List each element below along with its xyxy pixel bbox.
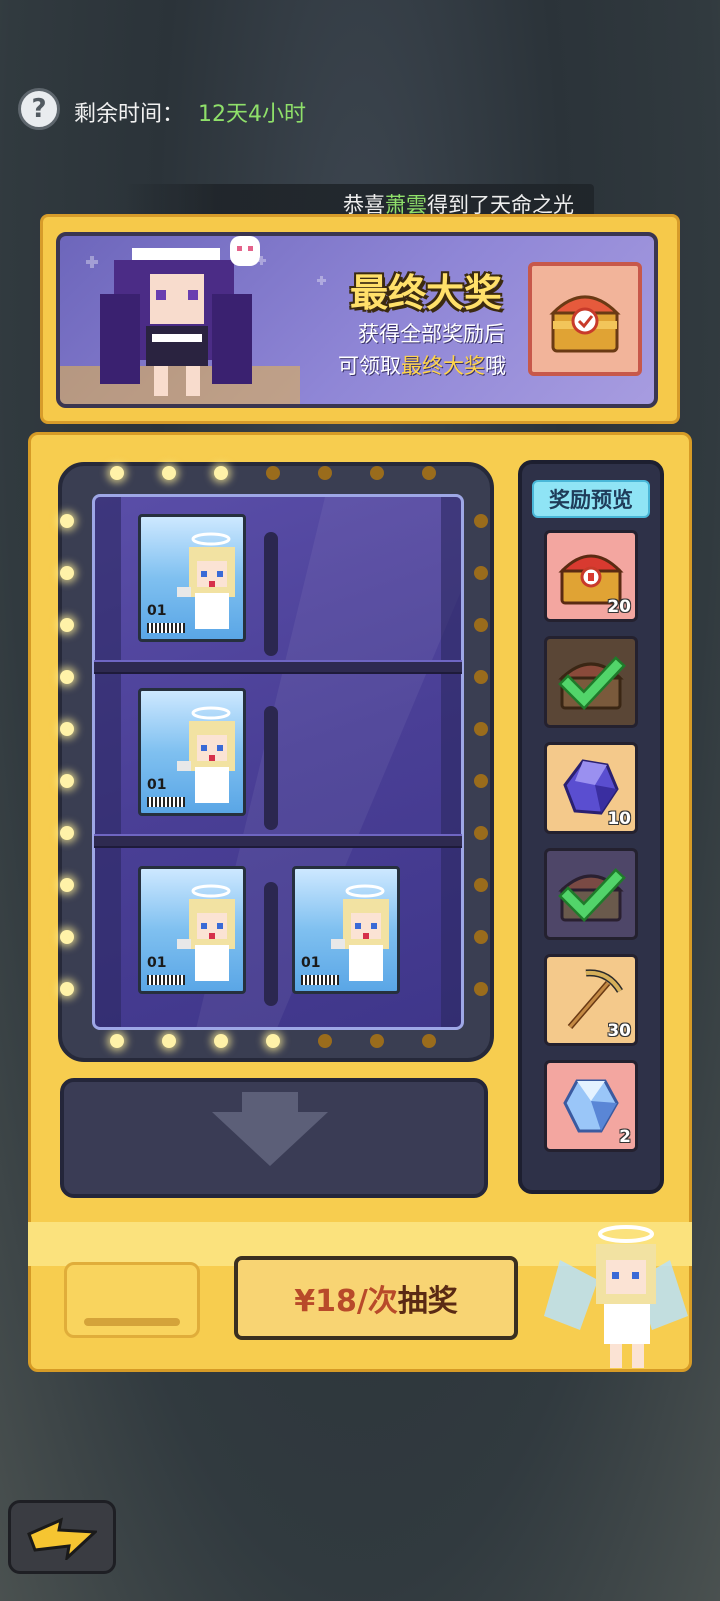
blind-box-number: 01	[301, 955, 321, 971]
reward-count: 10	[607, 809, 631, 829]
marquee-light	[422, 1034, 436, 1048]
marquee-light	[474, 982, 488, 996]
marquee-light	[60, 670, 74, 684]
barcode-icon	[301, 975, 339, 985]
marquee-light	[60, 514, 74, 528]
draw-action: 抽奖	[397, 1284, 458, 1319]
arrow-down-icon	[212, 1092, 328, 1166]
barcode-icon	[147, 975, 185, 985]
check-icon	[558, 868, 626, 923]
marquee-light	[60, 826, 74, 840]
marquee-light	[214, 1034, 228, 1048]
marquee-light	[318, 466, 332, 480]
angel-fairy-character-image	[544, 1225, 688, 1368]
reward-item-purple-crystal[interactable]: 10	[544, 742, 638, 834]
coin-slot	[64, 1262, 200, 1338]
barcode-icon	[147, 623, 185, 633]
reward-count: 2	[619, 1127, 631, 1147]
draw-price: ¥18/次	[294, 1284, 398, 1319]
grand-prize-desc-2-suffix: 哦	[485, 354, 506, 378]
marquee-light	[110, 1034, 124, 1048]
angel-character-icon	[177, 706, 235, 803]
reward-item-claimed	[544, 636, 638, 728]
grand-prize-desc-1: 获得全部奖励后	[358, 322, 505, 346]
marquee-light	[162, 466, 176, 480]
grand-prize-title: 最终大奖	[350, 271, 503, 315]
marquee-light	[60, 982, 74, 996]
treasure-chest-icon	[549, 295, 621, 353]
marquee-light	[474, 826, 488, 840]
marquee-light	[474, 878, 488, 892]
grand-prize-desc-2-highlight: 最终大奖	[401, 354, 485, 378]
marquee-light	[60, 878, 74, 892]
marquee-light	[60, 930, 74, 944]
blind-box-number: 01	[147, 955, 167, 971]
grand-prize-character-image	[100, 236, 260, 396]
barcode-icon	[147, 797, 185, 807]
marquee-light	[474, 930, 488, 944]
reward-preview-title: 奖励预览	[532, 480, 650, 518]
marquee-light	[266, 1034, 280, 1048]
blind-box[interactable]: 01	[138, 514, 246, 642]
shelf-divider	[264, 882, 278, 1006]
marquee-light	[422, 466, 436, 480]
marquee-light	[60, 566, 74, 580]
reward-item-red-chest[interactable]: 20	[544, 530, 638, 622]
marquee-light	[474, 774, 488, 788]
reward-count: 20	[607, 597, 631, 617]
remaining-time-value: 12天4小时	[198, 102, 306, 127]
marquee-light	[474, 670, 488, 684]
angel-character-icon	[177, 884, 235, 981]
angel-character-icon	[331, 884, 389, 981]
blind-box[interactable]: 01	[138, 688, 246, 816]
reward-item-pickaxe[interactable]: 30	[544, 954, 638, 1046]
remaining-time-label: 剩余时间：	[74, 102, 185, 127]
marquee-light	[60, 722, 74, 736]
marquee-light	[318, 1034, 332, 1048]
reward-item-claimed	[544, 848, 638, 940]
marquee-light	[60, 618, 74, 632]
blind-box[interactable]: 01	[292, 866, 400, 994]
draw-button[interactable]: ¥18/次 抽奖	[234, 1256, 518, 1340]
shelf-divider	[264, 706, 278, 830]
grand-prize-chest-button[interactable]	[528, 262, 642, 376]
shelf	[94, 834, 462, 848]
blind-box-number: 01	[147, 777, 167, 793]
grand-prize-desc-2: 可领取最终大奖哦	[338, 350, 506, 380]
marquee-light	[474, 566, 488, 580]
lightning-arrow-icon	[27, 1517, 97, 1560]
blind-box[interactable]: 01	[138, 866, 246, 994]
check-icon	[558, 656, 626, 711]
marquee-light	[266, 466, 280, 480]
help-icon[interactable]: ?	[18, 88, 60, 130]
shelf	[94, 660, 462, 674]
coin-slot-bar	[84, 1318, 180, 1326]
angel-character-icon	[177, 532, 235, 629]
marquee-light	[214, 466, 228, 480]
blue-gem-icon	[563, 1079, 619, 1133]
marquee-light	[60, 774, 74, 788]
marquee-light	[474, 722, 488, 736]
marquee-light	[474, 514, 488, 528]
marquee-light	[370, 1034, 384, 1048]
blind-box-number: 01	[147, 603, 167, 619]
reward-count: 30	[607, 1021, 631, 1041]
back-button[interactable]	[8, 1500, 116, 1574]
marquee-light	[110, 466, 124, 480]
shelf-divider	[264, 532, 278, 656]
reward-item-blue-gem[interactable]: 2	[544, 1060, 638, 1152]
marquee-light	[162, 1034, 176, 1048]
grand-prize-desc-2-prefix: 可领取	[338, 354, 401, 378]
marquee-light	[474, 618, 488, 632]
marquee-light	[370, 466, 384, 480]
